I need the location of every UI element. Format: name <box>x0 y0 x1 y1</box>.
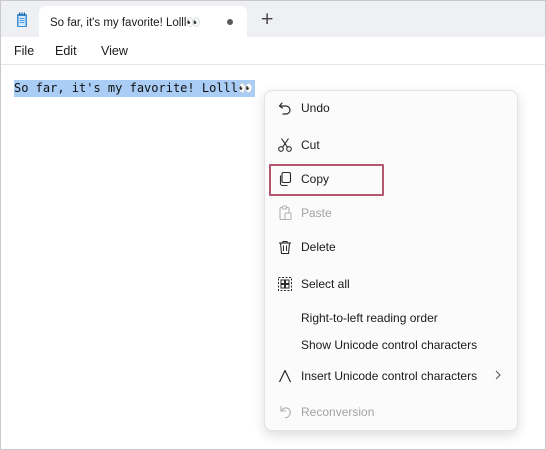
menu-item-label: Show Unicode control characters <box>301 338 478 352</box>
notepad-window: So far, it's my favorite! Lolll👀 + File … <box>0 0 546 450</box>
menu-item-label: Delete <box>301 240 336 254</box>
menu-item-show-unicode[interactable]: Show Unicode control characters <box>269 330 515 360</box>
menu-item-cut[interactable]: Cut <box>269 130 515 160</box>
menu-item-label: Cut <box>301 138 320 152</box>
trash-icon <box>279 240 291 255</box>
caret-icon <box>278 369 292 383</box>
menu-item-label: Insert Unicode control characters <box>301 369 478 383</box>
copy-highlight-box <box>269 164 384 196</box>
tab-title: So far, it's my favorite! Lolll👀 <box>50 17 201 29</box>
undo-icon <box>278 102 291 115</box>
menu-item-select-all[interactable]: Select all <box>269 269 515 299</box>
menu-item-delete[interactable]: Delete <box>269 232 515 262</box>
menu-item-label: Undo <box>301 101 330 115</box>
title-bar: So far, it's my favorite! Lolll👀 + <box>1 1 545 37</box>
menu-item-label: Paste <box>301 206 332 220</box>
unsaved-dot-icon[interactable] <box>227 19 233 25</box>
new-tab-button[interactable]: + <box>260 9 274 29</box>
menu-item-label: Right-to-left reading order <box>301 311 438 325</box>
menu-bar: File Edit View <box>1 37 545 65</box>
menu-item-undo[interactable]: Undo <box>269 93 515 123</box>
menu-item-insert-unicode[interactable]: Insert Unicode control characters <box>269 361 515 391</box>
menu-view[interactable]: View <box>101 44 128 58</box>
paste-icon <box>279 205 292 221</box>
selected-text[interactable]: So far, it's my favorite! Lolll👀 <box>14 80 255 97</box>
context-menu: Undo Cut Copy Paste Delete Select all Ri… <box>264 90 518 431</box>
menu-edit[interactable]: Edit <box>55 44 77 58</box>
menu-item-reconversion[interactable]: Reconversion <box>269 397 515 427</box>
reconversion-icon <box>280 406 291 419</box>
menu-item-rtl-reading-order[interactable]: Right-to-left reading order <box>269 303 515 333</box>
select-all-icon <box>278 277 292 291</box>
document-tab[interactable]: So far, it's my favorite! Lolll👀 <box>39 6 247 37</box>
menu-item-label: Reconversion <box>301 405 375 419</box>
menu-file[interactable]: File <box>14 44 34 58</box>
menu-item-label: Select all <box>301 277 350 291</box>
notepad-app-icon <box>17 12 27 27</box>
menu-item-paste[interactable]: Paste <box>269 198 515 228</box>
scissors-icon <box>278 138 292 152</box>
chevron-right-icon <box>495 370 501 380</box>
